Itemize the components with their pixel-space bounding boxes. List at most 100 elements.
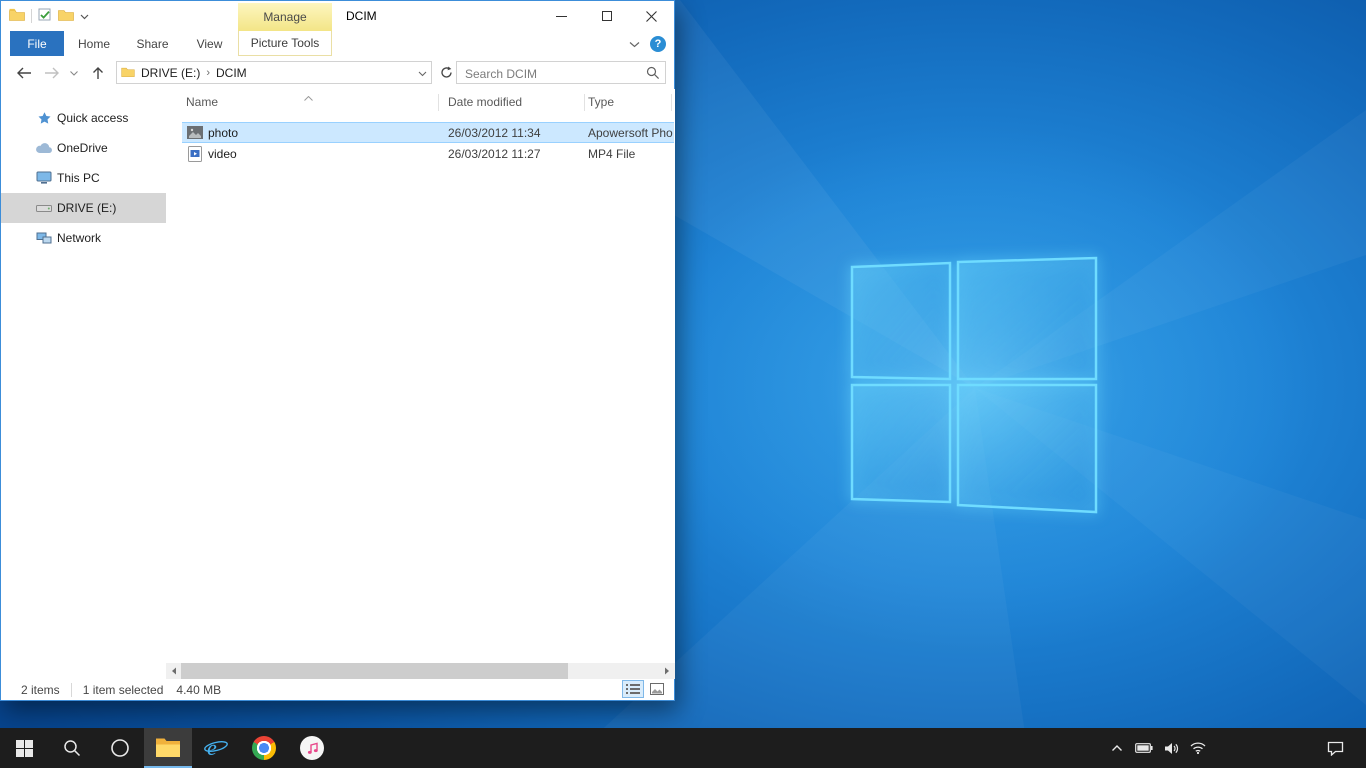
search-icon[interactable] — [646, 66, 660, 83]
customize-toolbar-chevron-icon[interactable] — [80, 9, 89, 23]
horizontal-scrollbar[interactable] — [166, 663, 675, 679]
close-button[interactable] — [629, 1, 674, 31]
ribbon-right-controls: ? — [629, 31, 666, 56]
cortana-icon — [110, 738, 130, 758]
search-icon — [63, 739, 81, 757]
star-icon — [35, 111, 53, 126]
drive-icon — [35, 203, 53, 213]
folder-icon[interactable] — [9, 8, 25, 24]
sidebar-item-onedrive[interactable]: OneDrive — [1, 133, 166, 163]
address-bar[interactable]: DRIVE (E:) › DCIM — [116, 61, 432, 84]
column-header-name[interactable]: Name — [186, 95, 218, 109]
cortana-button[interactable] — [96, 728, 144, 768]
file-rows: photo 26/03/2012 11:34 Apowersoft Pho vi… — [182, 122, 674, 164]
scroll-right-arrow[interactable] — [659, 663, 675, 679]
cloud-icon — [35, 142, 53, 154]
maximize-button[interactable] — [584, 1, 629, 31]
chrome-icon — [252, 736, 276, 760]
file-date-modified: 26/03/2012 11:27 — [448, 147, 588, 161]
taskbar: e — [0, 728, 1366, 768]
sidebar-item-this-pc[interactable]: This PC — [1, 163, 166, 193]
sort-ascending-icon — [304, 90, 313, 104]
taskbar-internet-explorer-button[interactable]: e — [192, 728, 240, 768]
refresh-button[interactable] — [435, 61, 457, 84]
taskbar-chrome-button[interactable] — [240, 728, 288, 768]
status-divider — [71, 683, 72, 697]
taskbar-search-button[interactable] — [48, 728, 96, 768]
selection-summary: 1 item selected — [83, 683, 164, 697]
battery-icon[interactable] — [1135, 728, 1153, 768]
recent-locations-chevron-icon[interactable] — [67, 63, 81, 83]
wifi-icon[interactable] — [1189, 728, 1207, 768]
scroll-left-arrow[interactable] — [166, 663, 182, 679]
column-header-type[interactable]: Type — [588, 95, 614, 109]
properties-check-icon[interactable] — [38, 8, 52, 24]
network-icon — [35, 232, 53, 245]
taskbar-file-explorer-button[interactable] — [144, 728, 192, 768]
tab-picture-tools[interactable]: Picture Tools — [238, 31, 332, 56]
video-file-icon — [187, 146, 203, 162]
contextual-group-manage[interactable]: Manage — [238, 3, 332, 31]
window-title: DCIM — [346, 1, 377, 31]
sidebar-item-label: OneDrive — [57, 141, 108, 155]
help-icon[interactable]: ? — [650, 36, 666, 52]
file-type: Apowersoft Pho — [588, 126, 674, 140]
up-button[interactable] — [87, 63, 109, 83]
column-header-date-modified[interactable]: Date modified — [448, 95, 522, 109]
computer-icon — [35, 171, 53, 185]
column-divider[interactable] — [671, 94, 672, 111]
new-folder-icon[interactable] — [58, 8, 74, 24]
svg-text:e: e — [207, 735, 217, 760]
address-dropdown-chevron-icon[interactable] — [418, 66, 427, 80]
show-hidden-icons-chevron-icon[interactable] — [1108, 728, 1126, 768]
file-explorer-window: Manage DCIM File Home Share View Picture… — [0, 0, 675, 701]
action-center-icon — [1327, 741, 1344, 756]
internet-explorer-icon: e — [203, 735, 229, 761]
column-headers: Name Date modified Type — [166, 89, 675, 116]
address-bar-row: DRIVE (E:) › DCIM — [1, 57, 674, 90]
ribbon-tab-row: File Home Share View Picture Tools ? — [1, 31, 674, 58]
file-row-photo[interactable]: photo 26/03/2012 11:34 Apowersoft Pho — [182, 122, 674, 143]
large-icons-view-button[interactable] — [646, 680, 668, 698]
scrollbar-thumb[interactable] — [181, 663, 568, 679]
system-tray — [1108, 728, 1207, 768]
file-row-video[interactable]: video 26/03/2012 11:27 MP4 File — [182, 143, 674, 164]
selection-size: 4.40 MB — [176, 683, 221, 697]
back-button[interactable] — [13, 63, 35, 83]
speaker-icon[interactable] — [1162, 728, 1180, 768]
tab-file[interactable]: File — [10, 31, 64, 56]
minimize-button[interactable] — [539, 1, 584, 31]
desktop[interactable]: Manage DCIM File Home Share View Picture… — [0, 0, 1366, 768]
taskbar-itunes-button[interactable] — [288, 728, 336, 768]
address-folder-icon — [121, 66, 135, 80]
column-divider[interactable] — [438, 94, 439, 111]
start-button[interactable] — [0, 728, 48, 768]
sidebar-item-network[interactable]: Network — [1, 223, 166, 253]
sidebar-item-label: Network — [57, 231, 101, 245]
expand-ribbon-chevron-icon[interactable] — [629, 37, 640, 51]
windows-logo-icon — [16, 740, 33, 757]
toolbar-separator — [31, 9, 32, 23]
tab-share[interactable]: Share — [124, 31, 181, 56]
photo-thumbnail-icon — [187, 126, 203, 139]
breadcrumb-drive[interactable]: DRIVE (E:) — [135, 66, 206, 80]
forward-button[interactable] — [41, 63, 63, 83]
action-center-button[interactable] — [1320, 728, 1350, 768]
breadcrumb-folder[interactable]: DCIM — [210, 66, 253, 80]
details-view-button[interactable] — [622, 680, 644, 698]
sidebar-item-quick-access[interactable]: Quick access — [1, 103, 166, 133]
file-list-area[interactable]: Name Date modified Type photo 26/03/2012… — [166, 89, 675, 663]
sidebar-item-drive-e[interactable]: DRIVE (E:) — [1, 193, 166, 223]
column-divider[interactable] — [584, 94, 585, 111]
navigation-pane: Quick access OneDrive This PC DRIVE (E:)… — [1, 89, 166, 663]
titlebar[interactable]: Manage DCIM — [1, 1, 674, 31]
window-controls — [539, 1, 674, 31]
file-type: MP4 File — [588, 147, 674, 161]
file-date-modified: 26/03/2012 11:34 — [448, 126, 588, 140]
status-bar: 2 items 1 item selected 4.40 MB — [1, 679, 674, 700]
tab-view[interactable]: View — [181, 31, 238, 56]
file-explorer-icon — [155, 737, 181, 758]
search-input[interactable] — [463, 63, 645, 84]
tab-home[interactable]: Home — [64, 31, 124, 56]
search-box — [456, 61, 666, 84]
